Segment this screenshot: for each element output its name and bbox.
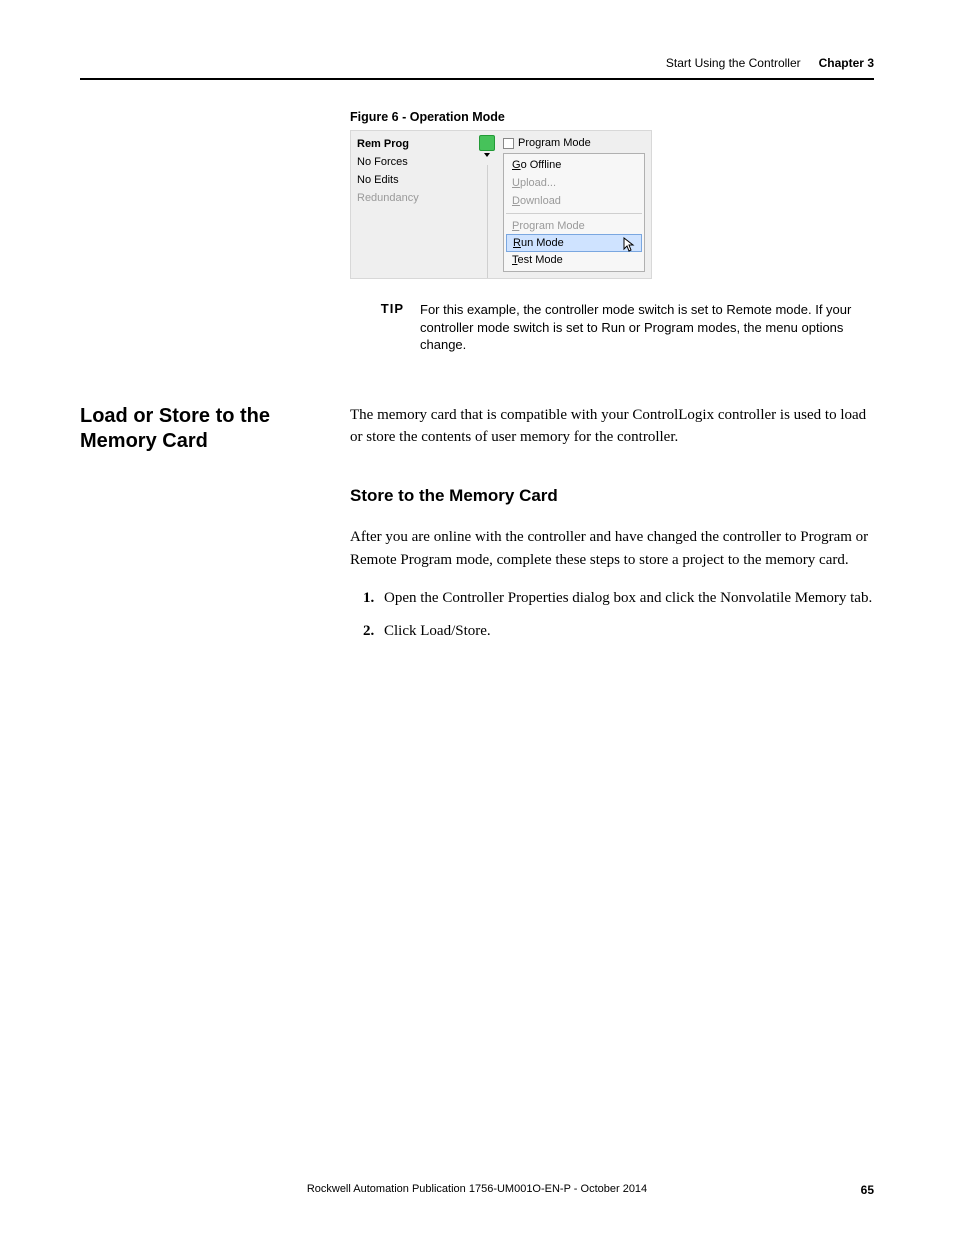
body-column: The memory card that is compatible with … [350, 404, 874, 653]
status-no-edits: No Edits [357, 171, 471, 189]
side-heading: Load or Store to the Memory Card [80, 404, 350, 653]
status-rem-prog: Rem Prog [357, 135, 471, 153]
mode-indicator-icon [503, 138, 514, 149]
operation-mode-screenshot: Rem Prog No Forces No Edits Redundancy P… [350, 130, 652, 279]
page-footer: Rockwell Automation Publication 1756-UM0… [80, 1183, 874, 1195]
step-2: Click Load/Store. [378, 620, 874, 643]
figure-caption: Figure 6 - Operation Mode [350, 110, 874, 124]
page-number: 65 [861, 1183, 874, 1197]
menu-go-offline[interactable]: Go Offline [504, 156, 644, 174]
mode-menu: Go Offline Upload... Download Program Mo… [503, 153, 645, 272]
publication-line: Rockwell Automation Publication 1756-UM0… [307, 1183, 647, 1195]
chapter-label: Chapter 3 [819, 56, 874, 70]
key-icon[interactable] [479, 135, 495, 151]
status-pane: Rem Prog No Forces No Edits Redundancy [351, 131, 477, 278]
sub-heading: Store to the Memory Card [350, 483, 874, 509]
tip-text: For this example, the controller mode sw… [420, 301, 874, 354]
current-mode-text: Program Mode [518, 137, 591, 149]
status-no-forces: No Forces [357, 153, 471, 171]
status-redundancy: Redundancy [357, 189, 471, 207]
menu-upload: Upload... [504, 174, 644, 192]
steps-list: Open the Controller Properties dialog bo… [378, 587, 874, 642]
menu-run-mode[interactable]: Run Mode [506, 234, 642, 252]
step-1: Open the Controller Properties dialog bo… [378, 587, 874, 610]
running-header: Start Using the Controller Chapter 3 [80, 56, 874, 80]
tip-block: TIP For this example, the controller mod… [350, 301, 874, 354]
section-title: Start Using the Controller [666, 56, 801, 70]
menu-program-mode: Program Mode [504, 217, 644, 235]
intro-paragraph: The memory card that is compatible with … [350, 404, 874, 449]
divider [487, 165, 488, 278]
body-paragraph: After you are online with the controller… [350, 526, 874, 571]
tip-label: TIP [350, 301, 420, 354]
dropdown-arrow-icon[interactable] [484, 153, 490, 157]
menu-separator [506, 213, 642, 214]
menu-download: Download [504, 192, 644, 210]
toolbar-strip [477, 131, 497, 278]
mode-pane: Program Mode Go Offline Upload... Downlo… [497, 131, 651, 278]
menu-test-mode[interactable]: Test Mode [504, 251, 644, 269]
current-mode-label: Program Mode [503, 135, 645, 153]
